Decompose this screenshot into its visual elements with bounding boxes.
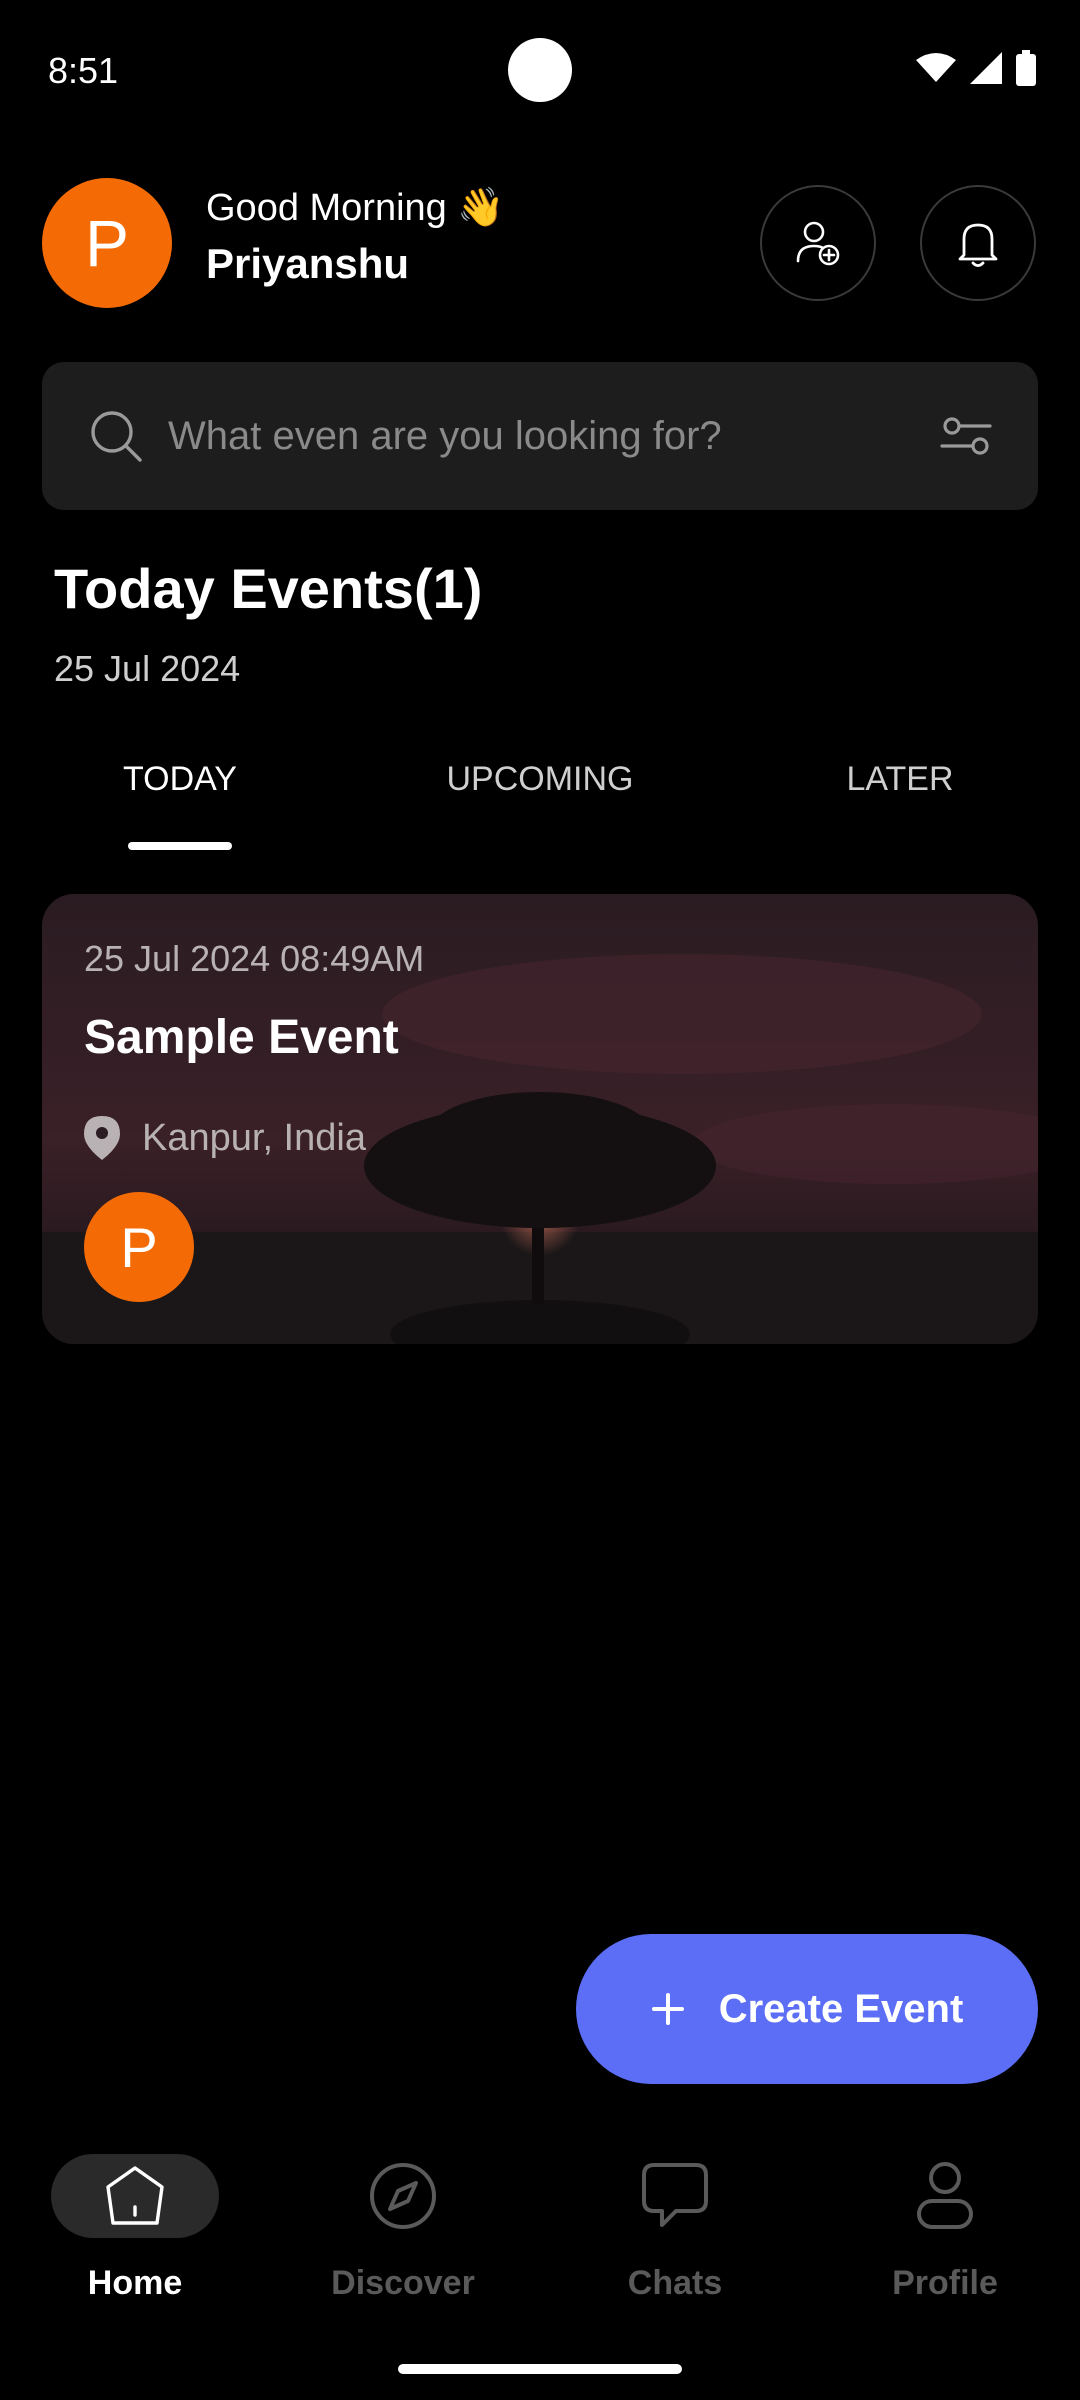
home-indicator[interactable] (398, 2364, 682, 2374)
chat-icon (642, 2163, 708, 2227)
nav-chats-pill (591, 2154, 759, 2238)
nav-item-chats[interactable]: Chats (560, 2154, 790, 2314)
attendee-avatar: P (84, 1192, 194, 1302)
status-time: 8:51 (48, 50, 119, 91)
nav-item-profile[interactable]: Profile (830, 2154, 1060, 2314)
profile-icon (917, 2162, 973, 2229)
signal-icon (970, 52, 1002, 84)
compass-icon (370, 2163, 436, 2229)
add-user-button[interactable] (760, 185, 876, 301)
wifi-icon (916, 53, 956, 82)
event-title: Sample Event (84, 1011, 399, 1064)
search-icon (91, 411, 142, 462)
battery-icon (1016, 50, 1036, 86)
notifications-button[interactable] (920, 185, 1036, 301)
camera-cutout (508, 38, 572, 102)
bell-icon (958, 223, 998, 267)
tab-later[interactable]: LATER (750, 760, 1050, 799)
tab-upcoming[interactable]: UPCOMING (390, 760, 690, 799)
event-location-text: Kanpur, India (142, 1116, 366, 1159)
tab-indicator (128, 842, 232, 850)
bottom-nav: Home Discover Chats Profile (0, 2140, 1080, 2320)
status-bar: 8:51 (0, 0, 1080, 140)
create-event-button[interactable]: Create Event (576, 1934, 1038, 2084)
header: P Good Morning 👋 Priyanshu (40, 176, 1040, 310)
status-icons (916, 50, 1036, 86)
nav-profile-pill (861, 2154, 1029, 2238)
page-title: Today Events(1) (54, 557, 483, 620)
tab-today[interactable]: TODAY (30, 760, 330, 799)
nav-item-discover[interactable]: Discover (288, 2154, 518, 2314)
nav-home-pill (51, 2154, 219, 2238)
username: Priyanshu (206, 240, 410, 287)
add-user-icon (796, 221, 840, 266)
create-event-label: Create Event (718, 1986, 964, 2031)
section-date: 25 Jul 2024 (54, 648, 241, 689)
event-tabs: TODAY UPCOMING LATER (0, 760, 1080, 852)
plus-icon (651, 1993, 684, 2025)
nav-discover-pill (319, 2154, 487, 2238)
home-icon (106, 2166, 164, 2225)
greeting-text: Good Morning 👋 (206, 187, 505, 229)
event-location: Kanpur, India (84, 1116, 366, 1160)
nav-item-home[interactable]: Home (20, 2154, 250, 2314)
nav-label-profile: Profile (892, 2264, 998, 2302)
filter-icon[interactable] (940, 412, 992, 460)
avatar[interactable]: P (42, 178, 172, 308)
event-card[interactable]: 25 Jul 2024 08:49AM Sample Event Kanpur,… (42, 894, 1038, 1344)
nav-label-home: Home (87, 2264, 183, 2302)
search-bar[interactable] (42, 362, 1038, 510)
event-datetime: 25 Jul 2024 08:49AM (84, 938, 425, 979)
location-pin-icon (84, 1116, 120, 1160)
search-input[interactable] (168, 402, 868, 470)
nav-label-chats: Chats (627, 2264, 723, 2302)
nav-label-discover: Discover (331, 2264, 475, 2302)
